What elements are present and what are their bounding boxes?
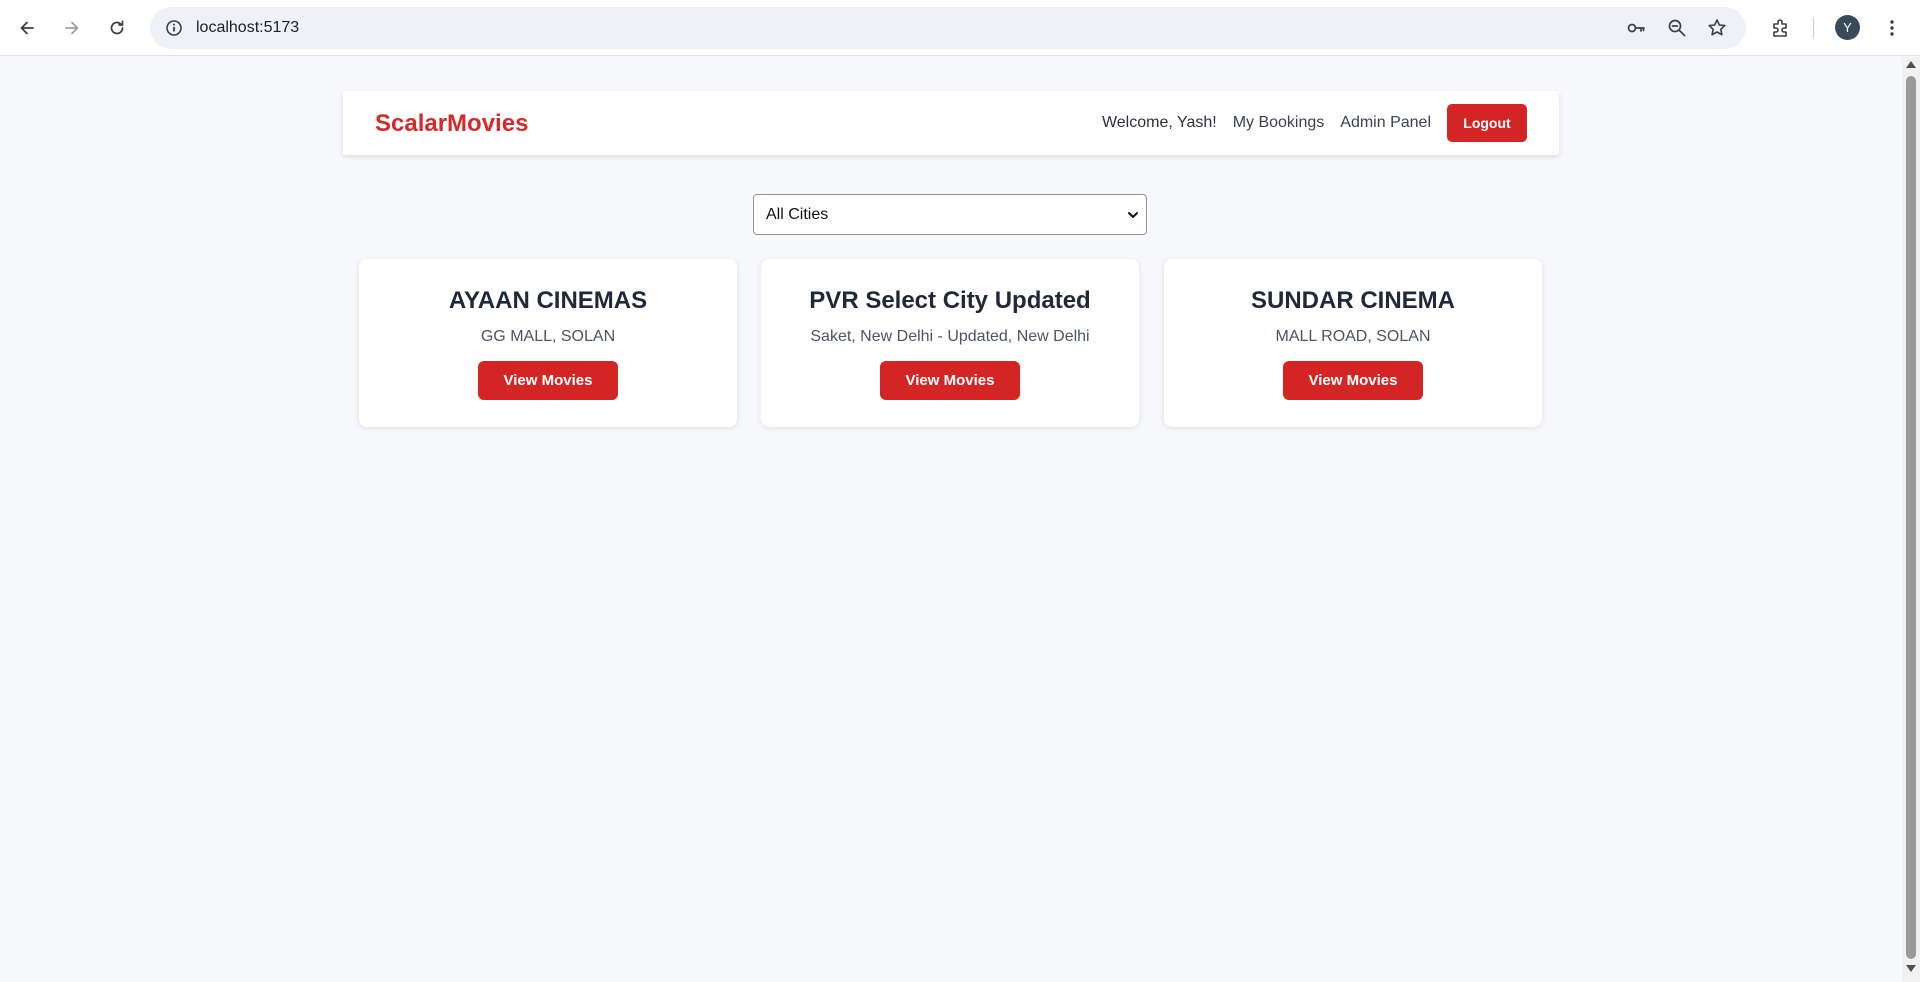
city-filter-select[interactable]: All Cities	[753, 194, 1147, 235]
page-content: ScalarMovies Welcome, Yash! My Bookings …	[0, 57, 1902, 977]
theatre-card: PVR Select City Updated Saket, New Delhi…	[761, 259, 1139, 427]
view-movies-button[interactable]: View Movies	[478, 361, 618, 400]
profile-avatar[interactable]: Y	[1835, 15, 1860, 40]
toolbar-divider	[1813, 18, 1814, 38]
site-info-icon[interactable]	[164, 18, 184, 38]
back-icon[interactable]	[11, 12, 43, 44]
browser-toolbar: localhost:5173 Y	[0, 0, 1920, 56]
theatre-card: AYAAN CINEMAS GG MALL, SOLAN View Movies	[359, 259, 737, 427]
city-filter-value: All Cities	[766, 206, 829, 223]
brand-logo[interactable]: ScalarMovies	[375, 110, 528, 138]
url-text[interactable]: localhost:5173	[196, 18, 299, 38]
extensions-icon[interactable]	[1765, 12, 1797, 44]
welcome-text: Welcome, Yash!	[1101, 114, 1217, 131]
header-nav: Welcome, Yash! My Bookings Admin Panel L…	[1102, 104, 1527, 142]
theatre-location: MALL ROAD, SOLAN	[1275, 328, 1431, 345]
logout-button[interactable]: Logout	[1447, 104, 1527, 142]
menu-icon[interactable]	[1876, 12, 1908, 44]
reload-icon[interactable]	[101, 12, 133, 44]
forward-icon[interactable]	[56, 12, 88, 44]
key-icon[interactable]	[1625, 17, 1647, 39]
star-icon[interactable]	[1706, 17, 1728, 39]
theatre-location: Saket, New Delhi - Updated, New Delhi	[810, 328, 1090, 345]
site-header: ScalarMovies Welcome, Yash! My Bookings …	[343, 91, 1559, 155]
view-movies-button[interactable]: View Movies	[1283, 361, 1423, 400]
theatre-card: SUNDAR CINEMA MALL ROAD, SOLAN View Movi…	[1164, 259, 1542, 427]
my-bookings-link[interactable]: My Bookings	[1233, 114, 1325, 132]
scroll-up-arrow-icon[interactable]	[1906, 61, 1916, 68]
chevron-down-icon	[1128, 212, 1138, 218]
view-movies-button[interactable]: View Movies	[880, 361, 1020, 400]
theatre-name: SUNDAR CINEMA	[1251, 287, 1455, 314]
address-bar[interactable]: localhost:5173	[150, 7, 1746, 49]
vertical-scrollbar[interactable]	[1902, 57, 1920, 982]
theatre-name: AYAAN CINEMAS	[448, 287, 648, 314]
admin-panel-link[interactable]: Admin Panel	[1340, 114, 1431, 132]
scroll-down-arrow-icon[interactable]	[1906, 965, 1916, 972]
zoom-icon[interactable]	[1666, 17, 1688, 39]
theatre-location: GG MALL, SOLAN	[480, 328, 616, 345]
scrollbar-thumb[interactable]	[1906, 76, 1916, 959]
theatre-name: PVR Select City Updated	[809, 287, 1091, 314]
